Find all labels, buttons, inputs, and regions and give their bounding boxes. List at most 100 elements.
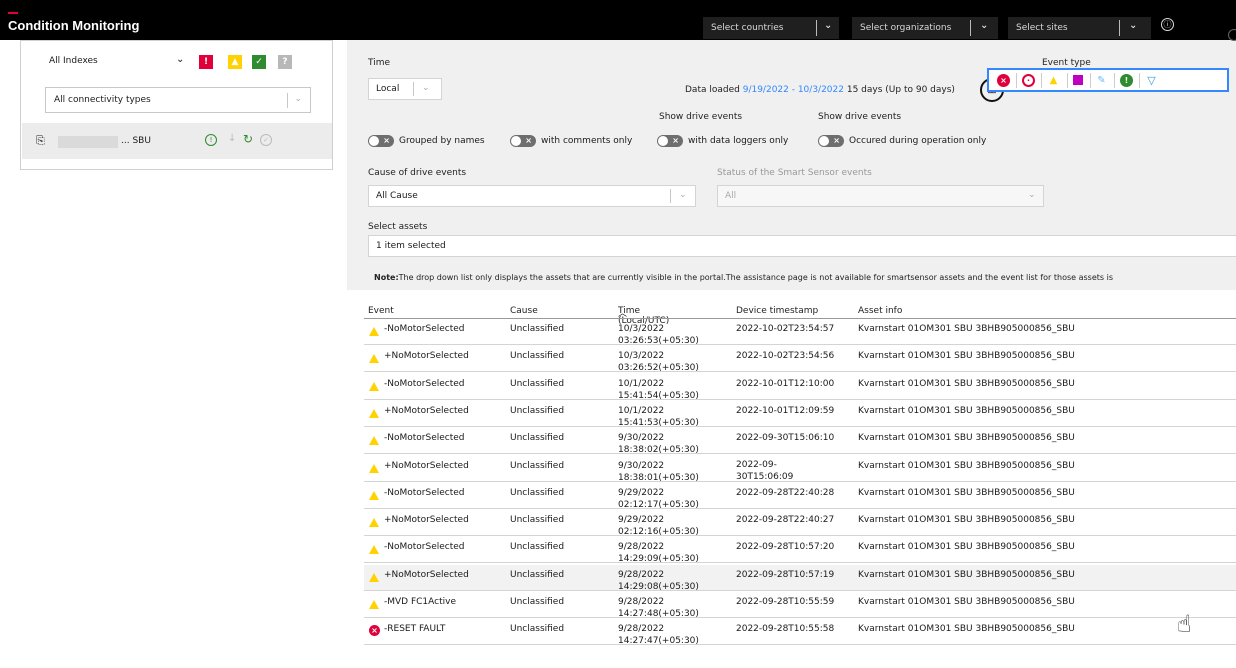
table-row[interactable]: -NoMotorSelected Unclassified 9/28/2022 14:… xyxy=(364,537,1236,565)
index-select-label[interactable]: All Indexes xyxy=(49,56,98,66)
event-cause: Unclassified xyxy=(510,433,565,444)
col-asset-info[interactable]: Asset info xyxy=(858,306,902,316)
device-timestamp-line1: 2022-10-02T23:54:57 xyxy=(736,324,835,334)
close-icon: × xyxy=(525,136,532,145)
table-row[interactable]: -NoMotorSelected Unclassified 9/30/2022 18:… xyxy=(364,428,1236,456)
asset-info: Kvarnstart 01OM301 SBU 3BHB905000856_SBU xyxy=(858,624,1075,635)
fault-filter-icon[interactable]: ! xyxy=(199,55,213,69)
table-row[interactable]: +NoMotorSelected Unclassified 9/28/2022 14:… xyxy=(364,564,1236,593)
divider xyxy=(1041,73,1042,88)
drive-icon: ⎘ xyxy=(36,134,45,147)
help-icon[interactable] xyxy=(1228,29,1236,41)
refresh-icon[interactable]: ↻ xyxy=(243,132,253,146)
data-loaded-range[interactable]: 9/19/2022 - 10/3/2022 xyxy=(743,85,844,95)
organizations-select-label: Select organizations xyxy=(860,23,952,33)
device-timestamp-line1: 2022-09-28T22:40:27 xyxy=(736,515,835,526)
toggle-track: × xyxy=(510,135,536,147)
event-clock: 02:12:17(+05:30) xyxy=(618,499,699,510)
table-row[interactable]: -MVD FC1Active Unclassified 9/28/2022 14:27… xyxy=(364,592,1236,620)
connectivity-select-label: All connectivity types xyxy=(54,95,151,105)
toggle-track: × xyxy=(368,135,394,147)
event-time: 9/30/2022 18:38:02(+05:30) xyxy=(618,432,699,456)
col-cause[interactable]: Cause xyxy=(510,306,538,316)
check-circle-icon[interactable]: ✓ xyxy=(260,134,272,146)
download-icon[interactable]: ↓ xyxy=(228,133,236,144)
divider xyxy=(1119,20,1120,36)
organizations-select[interactable]: Select organizations ⌄ xyxy=(852,17,998,39)
app-title: Condition Monitoring xyxy=(8,18,140,33)
toggle-grouped-by-names[interactable]: × Grouped by names xyxy=(368,135,485,147)
ok-filter-icon[interactable]: ✓ xyxy=(252,55,266,69)
device-timestamp-line1: 2022-10-02T23:54:56 xyxy=(736,351,835,362)
asset-info: Kvarnstart 01OM301 SBU 3BHB905000856_SBU xyxy=(858,487,1075,498)
event-time: 9/29/2022 02:12:16(+05:30) xyxy=(618,514,699,538)
assets-select-value: 1 item selected xyxy=(376,241,446,251)
table-row[interactable]: × -RESET FAULT Unclassified 9/28/2022 14:27:… xyxy=(364,619,1236,647)
event-name: -MVD FC1Active xyxy=(384,597,456,607)
cause-select[interactable]: All Cause ⌄ xyxy=(368,185,696,207)
asset-tree-panel: All Indexes ⌄ ! ▲ ✓ ? All connectivity t… xyxy=(20,40,333,170)
toggle-knob xyxy=(819,136,829,146)
connectivity-select[interactable]: All connectivity types ⌄ xyxy=(45,87,311,113)
maintenance-event-icon[interactable] xyxy=(1073,75,1083,85)
table-row[interactable]: +NoMotorSelected Unclassified 10/1/2022 15:… xyxy=(364,401,1236,428)
event-cause: Unclassified xyxy=(510,460,565,471)
col-device-timestamp[interactable]: Device timestamp xyxy=(736,306,818,316)
warning-event-icon[interactable]: ▲ xyxy=(1047,74,1060,87)
fault-event-icon[interactable]: × xyxy=(997,74,1010,87)
col-event[interactable]: Event xyxy=(368,306,394,316)
device-timestamp: 2022-10-02T23:54:57 xyxy=(736,323,834,335)
unknown-filter-icon[interactable]: ? xyxy=(278,55,292,69)
toggle-label: Occured during operation only xyxy=(849,136,987,146)
divider xyxy=(287,93,288,108)
device-timestamp: 2022-09-28T10:55:59 xyxy=(736,596,834,608)
chevron-down-icon: ⌄ xyxy=(679,190,687,200)
tool-event-icon[interactable]: ✎ xyxy=(1095,74,1108,87)
table-row[interactable]: +NoMotorSelected Unclassified 10/3/2022 03:… xyxy=(364,346,1236,373)
device-timestamp-line1: 2022-10-01T12:09:59 xyxy=(736,405,835,416)
divider xyxy=(1090,73,1091,88)
toggle-track: × xyxy=(818,135,844,147)
event-clock: 18:38:01(+05:30) xyxy=(618,472,699,483)
table-row[interactable]: +NoMotorSelected Unclassified 9/30/2022 18:… xyxy=(364,456,1236,483)
time-select-value: Local xyxy=(376,84,400,94)
event-time: 9/28/2022 14:27:47(+05:30) xyxy=(618,623,699,647)
toggle-with-data-loggers[interactable]: × with data loggers only xyxy=(657,135,788,147)
table-row[interactable]: -NoMotorSelected Unclassified 9/29/2022 02:… xyxy=(364,483,1236,510)
toggle-knob xyxy=(658,136,668,146)
device-timestamp-line1: 2022-09-28T10:57:20 xyxy=(736,542,835,553)
asset-info: Kvarnstart 01OM301 SBU 3BHB905000856_SBU xyxy=(858,378,1075,389)
filter-panel: Time Local ⌄ Data loaded 9/19/2022 - 10/… xyxy=(347,40,1236,290)
info-icon[interactable]: ⓘ xyxy=(1161,18,1174,31)
device-timestamp: 2022-09- 30T15:06:09 xyxy=(736,459,793,483)
toggle-with-comments[interactable]: × with comments only xyxy=(510,135,632,147)
sites-select[interactable]: Select sites ⌄ xyxy=(1008,17,1151,39)
asset-tree-item[interactable]: ⎘ ... SBU ! ↓ ↻ ✓ xyxy=(22,123,332,159)
fault-outline-icon[interactable]: · xyxy=(1022,74,1035,87)
warning-icon xyxy=(369,518,379,528)
info-event-icon[interactable]: ! xyxy=(1120,74,1133,87)
countries-select-label: Select countries xyxy=(711,23,784,33)
event-cause: Unclassified xyxy=(510,624,565,635)
smart-sensor-select[interactable]: All ⌄ xyxy=(717,185,1044,207)
table-row[interactable]: -NoMotorSelected Unclassified 10/1/2022 15:… xyxy=(364,374,1236,401)
time-select[interactable]: Local ⌄ xyxy=(368,78,442,100)
asset-info: Kvarnstart 01OM301 SBU 3BHB905000856_SBU xyxy=(858,542,1075,553)
event-time: 9/28/2022 14:27:48(+05:30) xyxy=(618,596,699,620)
time-label: Time xyxy=(368,58,391,68)
filter-event-icon[interactable]: ▽ xyxy=(1145,74,1158,87)
table-row[interactable]: +NoMotorSelected Unclassified 9/29/2022 02:… xyxy=(364,510,1236,538)
event-date: 9/30/2022 xyxy=(618,460,665,471)
warning-filter-icon[interactable]: ▲ xyxy=(228,55,242,69)
toggle-during-operation[interactable]: × Occured during operation only xyxy=(818,135,986,147)
event-time: 9/28/2022 14:29:08(+05:30) xyxy=(618,569,699,593)
event-name: +NoMotorSelected xyxy=(384,569,469,580)
chevron-down-icon[interactable]: ⌄ xyxy=(176,54,184,65)
assets-select[interactable]: 1 item selected xyxy=(368,235,1236,257)
countries-select[interactable]: Select countries ⌄ xyxy=(703,17,839,39)
event-cause: Unclassified xyxy=(510,515,565,526)
status-info-icon[interactable]: ! xyxy=(205,134,217,146)
toggle-label: Grouped by names xyxy=(399,136,485,146)
table-row[interactable]: -NoMotorSelected Unclassified 10/3/2022 03:… xyxy=(364,319,1236,346)
event-clock: 14:29:09(+05:30) xyxy=(618,554,699,565)
